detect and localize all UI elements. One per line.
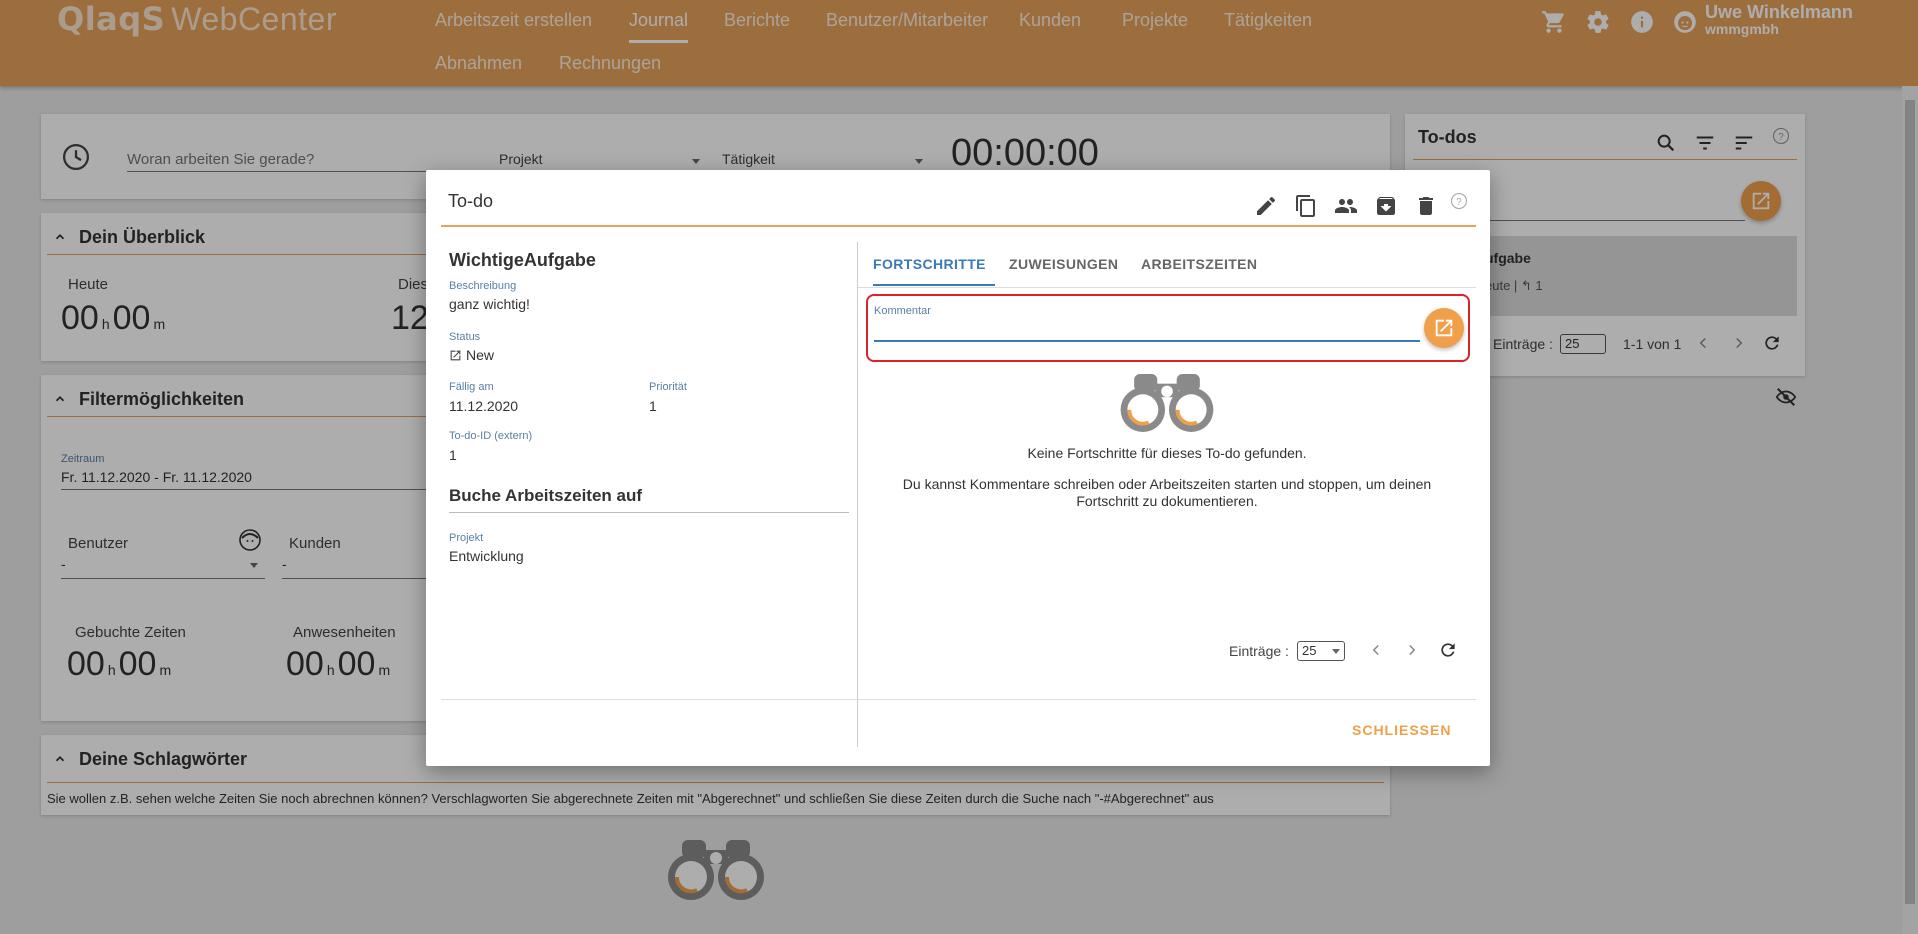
tab-zuweisungen[interactable]: ZUWEISUNGEN bbox=[1009, 256, 1118, 286]
book-times-title: Buche Arbeitszeiten auf bbox=[449, 486, 643, 505]
close-button[interactable]: SCHLIESSEN bbox=[1352, 722, 1451, 738]
booking-project-value[interactable]: Entwicklung bbox=[449, 548, 524, 564]
status-external-icon bbox=[449, 349, 462, 362]
comment-field-highlight: Kommentar bbox=[866, 294, 1470, 362]
dialog-help-icon[interactable]: ? bbox=[1450, 192, 1468, 210]
priority-label: Priorität bbox=[649, 381, 687, 393]
due-date-value: 11.12.2020 bbox=[449, 398, 519, 414]
entries-label: Einträge : bbox=[1229, 643, 1289, 659]
tab-arbeitszeiten[interactable]: ARBEITSZEITEN bbox=[1141, 256, 1257, 286]
empty-binoculars-icon bbox=[1116, 374, 1218, 432]
refresh-icon[interactable] bbox=[1438, 640, 1458, 660]
svg-text:?: ? bbox=[1456, 197, 1462, 208]
empty-state-title: Keine Fortschritte für dieses To-do gefu… bbox=[1027, 445, 1307, 461]
todo-id-label: To-do-ID (extern) bbox=[449, 430, 533, 442]
empty-state-hint: Du kannst Kommentare schreiben oder Arbe… bbox=[902, 476, 1432, 509]
task-name: WichtigeAufgabe bbox=[449, 250, 596, 270]
entries-dropdown-icon[interactable] bbox=[1332, 649, 1340, 654]
dialog-title: To-do bbox=[448, 191, 494, 211]
copy-icon[interactable] bbox=[1294, 194, 1318, 218]
status-label: Status bbox=[449, 331, 481, 343]
comment-label: Kommentar bbox=[874, 305, 931, 317]
assign-users-icon[interactable] bbox=[1334, 194, 1358, 218]
delete-icon[interactable] bbox=[1414, 194, 1438, 218]
description-label: Beschreibung bbox=[449, 280, 517, 292]
edit-icon[interactable] bbox=[1254, 194, 1278, 218]
prev-page-icon[interactable] bbox=[1367, 641, 1385, 659]
booking-project-label: Projekt bbox=[449, 532, 484, 544]
priority-value: 1 bbox=[649, 398, 657, 414]
next-page-icon[interactable] bbox=[1403, 641, 1421, 659]
comment-submit-button[interactable] bbox=[1424, 308, 1464, 348]
tab-fortschritte[interactable]: FORTSCHRITTE bbox=[873, 256, 995, 286]
status-value: New bbox=[466, 347, 495, 363]
due-date-label: Fällig am bbox=[449, 381, 494, 393]
todo-dialog: To-do ? WichtigeAufgabe Beschreibung gan… bbox=[426, 170, 1490, 766]
comment-input[interactable] bbox=[874, 320, 1420, 342]
archive-icon[interactable] bbox=[1374, 194, 1398, 218]
description-value: ganz wichtig! bbox=[449, 296, 530, 312]
todo-id-value: 1 bbox=[449, 447, 457, 463]
